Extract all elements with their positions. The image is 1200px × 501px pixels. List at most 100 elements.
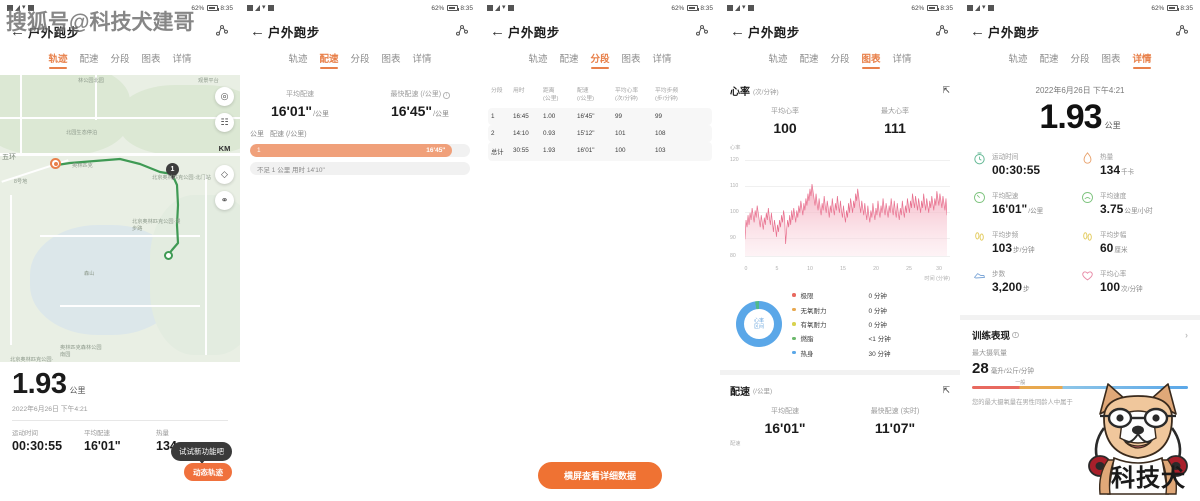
signal-icon [975,5,980,11]
metric-duration-label: 运动时间 [992,154,1019,161]
back-arrow-icon[interactable]: ← [490,24,508,39]
pace-fastest-stat: 最快配速 (实时) 11'07" [840,406,950,436]
tab-pace[interactable]: 配速 [799,51,818,69]
tab-detail[interactable]: 详情 [893,51,912,69]
tab-pace[interactable]: 配速 [1039,51,1058,69]
divider [12,420,228,421]
tab-chart[interactable]: 图表 [1102,51,1121,69]
sim-icon [487,5,493,11]
fastest-pace-value: 16'45"/公里 [360,103,480,119]
page-title: 户外跑步 [988,25,1040,40]
tab-detail[interactable]: 详情 [173,51,192,69]
tab-detail[interactable]: 详情 [1133,51,1152,69]
map-label-8: 北京奥林匹克公园·林泉南苑58号地1 [10,357,54,362]
tab-track[interactable]: 轨迹 [1008,51,1027,69]
share-icon[interactable] [454,23,470,39]
zone-value: 30 分钟 [868,350,891,358]
tab-track[interactable]: 轨迹 [528,51,547,69]
metric-avg-speed-number: 3.75 [1100,202,1124,216]
map-controls: ◎ ☷ KM ◇ ⚭ [215,87,234,210]
tab-segment[interactable]: 分段 [590,51,609,69]
tab-chart[interactable]: 图表 [382,51,401,69]
compass-icon[interactable]: ☷ [215,113,234,132]
detail-distance-unit: 公里 [1104,121,1121,130]
fastest-pace-label-text: 最快配速 (/公里) [390,91,442,98]
metric-avg-stride: 平均步幅 60厘米 [1080,229,1188,255]
expand-icon[interactable]: ⇱ [942,85,950,96]
tab-track[interactable]: 轨迹 [768,51,787,69]
tab-track[interactable]: 轨迹 [288,51,307,69]
tab-chart[interactable]: 图表 [622,51,641,69]
cell-segment: 2 [491,130,495,138]
route-icon[interactable]: ⚭ [215,191,234,210]
stat-duration: 运动时间 00:30:55 [12,427,84,453]
battery-icon [446,5,459,11]
tab-chart[interactable]: 图表 [862,51,881,69]
back-arrow-icon[interactable]: ← [250,24,268,39]
tab-segment[interactable]: 分段 [830,51,849,69]
max-hr-stat: 最大心率 111 [840,106,950,136]
hr-y-axis-label: 心率 [730,145,741,151]
cell-avg-hr: 101 [615,130,626,138]
chevron-right-icon[interactable]: › [1185,330,1188,340]
map-view[interactable]: 1 林公园北园 观景平台 北园生态停泊 五环 8号地 奥林匹克 北京奥林匹克公园… [0,75,240,362]
tab-track[interactable]: 轨迹 [48,51,67,69]
zone-row-aerobic: 有氧耐力 0 分钟 [792,317,950,331]
metric-avg-pace-label: 平均配速 [992,193,1019,200]
heart-icon [1082,271,1093,281]
metric-steps: 步数 3,200步 [972,268,1080,294]
metric-avg-hr-number: 100 [1100,280,1121,294]
tab-segment[interactable]: 分段 [350,51,369,69]
tab-chart[interactable]: 图表 [142,51,161,69]
tab-detail[interactable]: 详情 [413,51,432,69]
pace-avg-label: 平均配速 [771,407,799,415]
tab-pace[interactable]: 配速 [559,51,578,69]
pace-chart-stats: 平均配速 16'01" 最快配速 (实时) 11'07" [730,398,950,438]
status-bar-right-icons-5: 62% 8:35 [1151,5,1193,12]
dynamic-track-button[interactable]: 动态轨迹 [184,463,232,481]
km-toggle-icon[interactable]: KM [215,139,234,158]
info-icon[interactable]: i [443,92,450,99]
tab-bar-segment: 轨迹 配速 分段 图表 详情 [480,46,720,75]
back-arrow-icon[interactable]: ← [970,24,988,39]
zone-row-limit: 极限 0 分钟 [792,288,950,302]
expand-icon[interactable]: ⇱ [942,385,950,396]
heart-rate-card-header: 心率 (次/分钟) ⇱ [730,83,950,98]
info-icon[interactable]: i [1012,331,1019,339]
battery-icon [926,5,939,11]
pace-bar-row-1: 1 16'45" [250,144,470,157]
heart-zone-donut: 心率 区间 [736,300,782,347]
share-icon[interactable] [694,23,710,39]
tab-detail[interactable]: 详情 [653,51,672,69]
col-distance: 距离 (公里) [543,88,559,102]
panel-segment: ▾ 62% 8:35 ← 户外跑步 轨迹 配速 分段 图表 详情 分段 用时 距… [480,0,720,501]
zone-dot [792,322,796,326]
back-arrow-icon[interactable]: ← [730,24,748,39]
layers-icon[interactable]: ◇ [215,165,234,184]
flame-icon [1083,152,1092,164]
heart-rate-card: 心率 (次/分钟) ⇱ 平均心率 100 最大心率 111 心率 120 110… [720,75,960,282]
hr-xtick-15: 15 [840,266,846,272]
locate-icon[interactable]: ◎ [215,87,234,106]
share-icon[interactable] [214,23,230,39]
wifi-icon: ▾ [982,4,986,11]
mascot-brand-text: 科技犬 [1111,465,1186,492]
landscape-view-button[interactable]: 横屏查看详细数据 [537,462,663,489]
heart-rate-title: 心率 [730,87,750,98]
cell-pace: 15'12" [577,130,595,138]
tab-segment[interactable]: 分段 [1070,51,1089,69]
tab-pace[interactable]: 配速 [319,51,338,69]
share-icon[interactable] [1174,23,1190,39]
hr-series-path [745,183,947,256]
battery-percent: 62% [671,4,685,12]
max-hr-label: 最大心率 [881,108,909,115]
status-bar-right-icons: 62% 8:35 [191,5,233,12]
sim-icon [967,5,973,11]
status-bar-right-icons-2: 62% 8:35 [431,5,473,12]
avg-hr-label: 平均心率 [771,108,799,115]
tab-pace[interactable]: 配速 [79,51,98,69]
share-icon[interactable] [934,23,950,39]
map-label-4: 8号地 [14,179,28,185]
tab-segment[interactable]: 分段 [110,51,129,69]
hr-ytick-120: 120 [730,157,739,163]
